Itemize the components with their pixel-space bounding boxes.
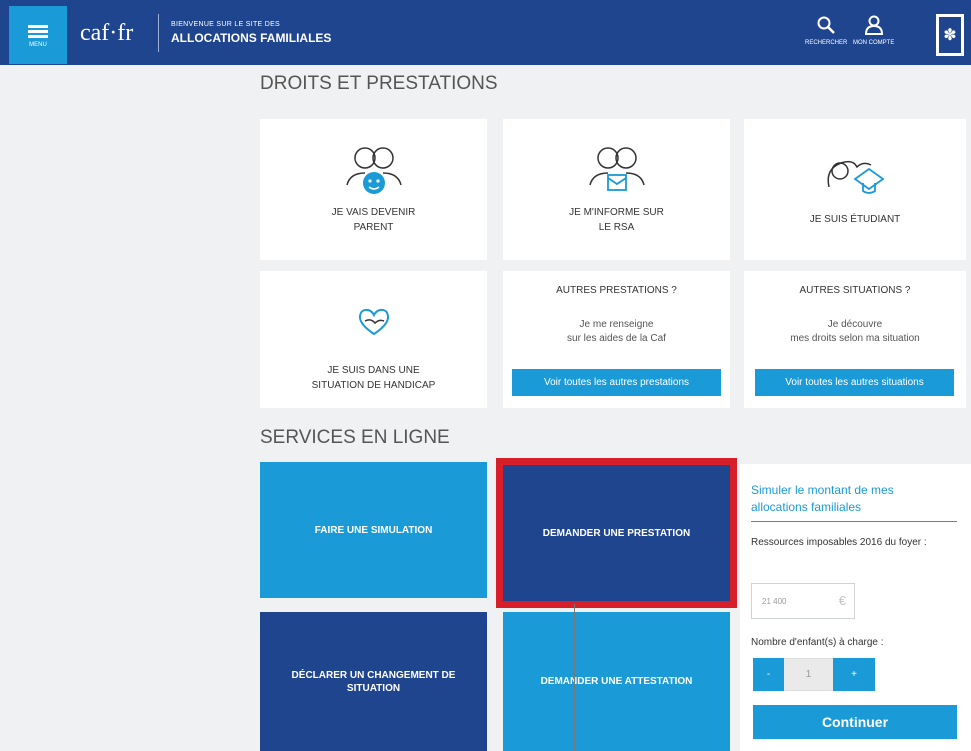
card-label: JE M'INFORME SUR LE RSA <box>503 206 730 235</box>
card-label-line2: LE RSA <box>598 221 635 233</box>
account-button[interactable]: MON COMPTE <box>853 15 894 46</box>
children-label: Nombre d'enfant(s) à charge : <box>751 637 884 648</box>
card-rsa-info[interactable]: JE M'INFORME SUR LE RSA <box>503 119 730 260</box>
card-label-line2: SITUATION DE HANDICAP <box>311 379 436 391</box>
other-benefits-heading: AUTRES PRESTATIONS ? <box>556 285 677 296</box>
site-header: MENU caf·fr BIENVENUE SUR LE SITE DES AL… <box>0 0 971 65</box>
see-all-benefits-button[interactable]: Voir toutes les autres prestations <box>512 369 721 396</box>
logo-divider <box>158 14 159 52</box>
card-label-line1: JE SUIS ÉTUDIANT <box>809 214 901 225</box>
card-label-line2: PARENT <box>353 221 394 233</box>
heart-hands-icon <box>358 308 389 336</box>
other-situations-line1: Je découvre <box>827 319 883 330</box>
card-student[interactable]: JE SUIS ÉTUDIANT <box>744 119 966 260</box>
other-benefits-text: Je me renseigne sur les aides de la Caf <box>503 318 730 346</box>
site-name: ALLOCATIONS FAMILIALES <box>171 31 332 45</box>
continue-button[interactable]: Continuer <box>753 705 957 739</box>
parents-baby-icon <box>345 147 402 194</box>
resources-input[interactable]: 21 400 € <box>751 583 855 619</box>
search-icon <box>817 16 836 34</box>
other-situations-text: Je découvre mes droits selon ma situatio… <box>744 318 966 346</box>
other-benefits-line1: Je me renseigne <box>579 319 654 330</box>
see-all-situations-button[interactable]: Voir toutes les autres situations <box>755 369 954 396</box>
user-icon <box>864 15 883 35</box>
request-certificate-button[interactable]: DEMANDER UNE ATTESTATION <box>503 612 730 751</box>
search-button[interactable]: RECHERCHER <box>805 15 847 46</box>
card-label-line1: JE M'INFORME SUR <box>569 207 664 218</box>
menu-label: MENU <box>29 41 47 48</box>
card-other-situations: AUTRES SITUATIONS ? Je découvre mes droi… <box>744 271 966 408</box>
site-welcome: BIENVENUE SUR LE SITE DES ALLOCATIONS FA… <box>171 21 331 45</box>
children-count[interactable]: 1 <box>784 658 833 691</box>
hamburger-icon <box>28 23 48 40</box>
allowance-simulator: Simuler le montant de mes allocations fa… <box>740 464 971 751</box>
marianne-icon: ✽ <box>939 17 961 53</box>
services-section-title: SERVICES EN LIGNE <box>260 427 450 448</box>
card-other-benefits: AUTRES PRESTATIONS ? Je me renseigne sur… <box>503 271 730 408</box>
account-label: MON COMPTE <box>853 40 895 46</box>
simulation-button[interactable]: FAIRE UNE SIMULATION <box>260 462 487 598</box>
declare-change-button[interactable]: DÉCLARER UN CHANGEMENT DE SITUATION <box>260 612 487 751</box>
graduation-cap-icon <box>827 160 885 194</box>
other-situations-heading: AUTRES SITUATIONS ? <box>799 285 911 296</box>
request-benefit-button[interactable]: DEMANDER UNE PRESTATION <box>496 458 737 608</box>
republic-logo: ✽ <box>936 14 964 56</box>
simulator-divider <box>751 521 957 522</box>
card-becoming-parent[interactable]: JE VAIS DEVENIR PARENT <box>260 119 487 260</box>
decrement-button[interactable]: - <box>753 658 784 691</box>
card-label: JE VAIS DEVENIR PARENT <box>260 206 487 235</box>
resources-value: 21 400 <box>762 597 787 606</box>
card-disability[interactable]: JE SUIS DANS UNE SITUATION DE HANDICAP <box>260 271 487 408</box>
increment-button[interactable]: + <box>833 658 875 691</box>
card-label-line1: JE SUIS DANS UNE <box>327 365 420 376</box>
card-label: JE SUIS ÉTUDIANT <box>744 213 966 228</box>
euro-icon: € <box>838 593 846 608</box>
other-situations-line2: mes droits selon ma situation <box>790 333 920 344</box>
search-label: RECHERCHER <box>805 40 848 46</box>
menu-button[interactable]: MENU <box>9 6 67 64</box>
caf-logo[interactable]: caf·fr <box>80 20 133 47</box>
simulator-title[interactable]: Simuler le montant de mes allocations fa… <box>751 482 951 517</box>
divider-line <box>574 604 575 751</box>
resources-label: Ressources imposables 2016 du foyer : <box>751 537 927 548</box>
other-benefits-line2: sur les aides de la Caf <box>567 333 666 344</box>
rights-section-title: DROITS ET PRESTATIONS <box>260 73 498 94</box>
welcome-line: BIENVENUE SUR LE SITE DES <box>171 21 281 28</box>
card-label: JE SUIS DANS UNE SITUATION DE HANDICAP <box>260 364 487 393</box>
people-document-icon <box>588 147 645 191</box>
card-label-line1: JE VAIS DEVENIR <box>331 207 416 218</box>
